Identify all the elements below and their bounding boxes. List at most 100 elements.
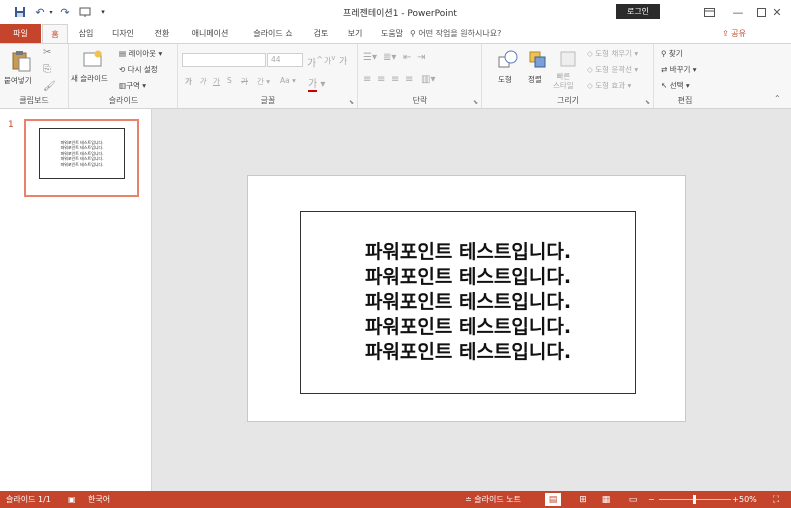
group-label-drawing: 그리기 bbox=[556, 96, 580, 105]
tab-help[interactable]: 도움말 bbox=[377, 24, 407, 43]
font-color-button[interactable]: 가 ▾ bbox=[308, 75, 325, 92]
paste-button[interactable]: 붙여넣기 bbox=[4, 75, 32, 86]
change-case-button[interactable]: Aa ▾ bbox=[280, 76, 296, 85]
zoom-out-icon[interactable]: − bbox=[648, 491, 655, 508]
document-title: 프레젠테이션1 - PowerPoint bbox=[343, 9, 457, 19]
select-button[interactable]: ↖ 선택 ▾ bbox=[661, 80, 690, 91]
slide-text-line[interactable]: 파워포인트 테스트입니다. bbox=[365, 240, 571, 265]
collapse-ribbon-icon[interactable]: ⌃ bbox=[774, 94, 781, 103]
zoom-in-icon[interactable]: + bbox=[732, 491, 739, 508]
spell-check-icon[interactable]: ▣ bbox=[68, 491, 76, 508]
shape-fill-button[interactable]: ◇ 도형 채우기 ▾ bbox=[587, 48, 638, 59]
drawing-dialog-launcher-icon[interactable]: ⬊ bbox=[645, 99, 650, 106]
align-center-icon[interactable]: ≡ bbox=[377, 74, 385, 85]
replace-button[interactable]: ⇄ 바꾸기 ▾ bbox=[661, 64, 697, 75]
share-button[interactable]: ⇪ 공유 bbox=[722, 24, 746, 43]
save-icon[interactable] bbox=[12, 4, 28, 20]
group-paragraph: ☰▾ ≣▾ ⇤ ⇥ ≡ ≡ ≡ ≡ ▥▾ 단락 ⬊ bbox=[359, 44, 482, 108]
tab-design[interactable]: 디자인 bbox=[106, 24, 140, 43]
undo-icon[interactable]: ↶ bbox=[33, 4, 47, 20]
section-button[interactable]: ▥구역 ▾ bbox=[119, 80, 146, 91]
tab-file[interactable]: 파일 bbox=[0, 24, 41, 43]
redo-icon[interactable]: ↷ bbox=[58, 4, 72, 20]
arrange-icon[interactable] bbox=[527, 49, 549, 71]
italic-button[interactable]: 가 bbox=[199, 76, 206, 87]
shapes-button[interactable]: 도형 bbox=[498, 74, 512, 85]
font-dialog-launcher-icon[interactable]: ⬊ bbox=[349, 99, 354, 106]
bullets-icon[interactable]: ☰▾ bbox=[363, 52, 377, 63]
new-slide-icon[interactable] bbox=[82, 49, 104, 69]
shadow-button[interactable]: S bbox=[227, 76, 232, 85]
close-icon[interactable]: ✕ bbox=[762, 2, 791, 22]
decrease-indent-icon[interactable]: ⇤ bbox=[403, 52, 411, 63]
slide-sorter-icon[interactable]: ⊞ bbox=[575, 493, 591, 506]
grow-font-button[interactable]: 가^ bbox=[307, 54, 323, 69]
format-painter-icon[interactable]: 🖌 bbox=[43, 81, 56, 92]
notes-label: 슬라이드 노트 bbox=[474, 495, 521, 504]
zoom-slider-thumb[interactable] bbox=[693, 495, 696, 504]
numbering-icon[interactable]: ≣▾ bbox=[383, 52, 396, 63]
customize-qat-icon[interactable]: ▾ bbox=[98, 4, 108, 20]
justify-icon[interactable]: ≡ bbox=[405, 74, 413, 85]
group-label-editing: 편집 bbox=[677, 96, 693, 105]
ribbon-display-options-icon[interactable] bbox=[694, 2, 724, 22]
columns-icon[interactable]: ▥▾ bbox=[421, 74, 435, 85]
shapes-icon[interactable] bbox=[497, 49, 519, 71]
language-indicator[interactable]: 한국어 bbox=[88, 491, 110, 508]
normal-view-icon[interactable]: ▤ bbox=[545, 493, 561, 506]
underline-button[interactable]: 가 bbox=[213, 76, 220, 87]
find-button[interactable]: ⚲ 찾기 bbox=[661, 48, 683, 59]
increase-indent-icon[interactable]: ⇥ bbox=[417, 52, 425, 63]
slide-text-line[interactable]: 파워포인트 테스트입니다. bbox=[365, 265, 571, 290]
arrange-button[interactable]: 정렬 bbox=[528, 74, 542, 85]
slide-text-line[interactable]: 파워포인트 테스트입니다. bbox=[365, 340, 571, 365]
login-button[interactable]: 로그인 bbox=[616, 4, 660, 19]
font-name-combo[interactable] bbox=[182, 53, 266, 67]
font-size-combo[interactable]: 44 bbox=[267, 53, 303, 67]
status-bar: 슬라이드 1/1 ▣ 한국어 ≐ 슬라이드 노트 ▤ ⊞ ▦ ▭ − + 50%… bbox=[0, 491, 791, 508]
slide-textbox[interactable]: 파워포인트 테스트입니다. 파워포인트 테스트입니다. 파워포인트 테스트입니다… bbox=[300, 211, 636, 394]
tab-transitions[interactable]: 전환 bbox=[149, 24, 175, 43]
undo-dropdown-icon[interactable]: ▾ bbox=[47, 4, 55, 20]
quick-styles-button[interactable]: 빠른 스타일 bbox=[553, 72, 574, 90]
select-label: 선택 bbox=[669, 81, 684, 90]
quick-styles-icon[interactable] bbox=[558, 49, 578, 69]
tell-me-search[interactable]: ⚲ 어떤 작업을 원하시나요? bbox=[410, 24, 501, 43]
align-left-icon[interactable]: ≡ bbox=[363, 74, 371, 85]
align-right-icon[interactable]: ≡ bbox=[391, 74, 399, 85]
shape-outline-button[interactable]: ◇ 도형 윤곽선 ▾ bbox=[587, 64, 638, 75]
slide-canvas[interactable]: 파워포인트 테스트입니다. 파워포인트 테스트입니다. 파워포인트 테스트입니다… bbox=[247, 175, 686, 422]
start-from-beginning-icon[interactable] bbox=[78, 4, 92, 20]
bold-button[interactable]: 가 bbox=[185, 76, 192, 87]
slideshow-view-icon[interactable]: ▭ bbox=[625, 493, 641, 506]
tab-insert[interactable]: 삽입 bbox=[73, 24, 99, 43]
notes-button[interactable]: ≐ 슬라이드 노트 bbox=[465, 491, 521, 508]
slide-text-line[interactable]: 파워포인트 테스트입니다. bbox=[365, 315, 571, 340]
cut-icon[interactable]: ✂ bbox=[43, 47, 51, 58]
zoom-level[interactable]: 50% bbox=[739, 491, 757, 508]
fit-to-window-icon[interactable]: ⛶ bbox=[768, 493, 784, 506]
replace-label: 바꾸기 bbox=[669, 65, 691, 74]
shrink-font-button[interactable]: 가v bbox=[324, 54, 335, 67]
tab-animations[interactable]: 애니메이션 bbox=[184, 24, 236, 43]
group-label-clipboard: 클립보드 bbox=[19, 96, 49, 105]
copy-icon[interactable]: ⎘ bbox=[43, 64, 51, 75]
shape-effects-button[interactable]: ◇ 도형 효과 ▾ bbox=[587, 80, 631, 91]
character-spacing-button[interactable]: 간 ▾ bbox=[257, 76, 270, 87]
clear-formatting-button[interactable]: 가 bbox=[339, 54, 347, 67]
tab-home[interactable]: 홈 bbox=[42, 24, 68, 44]
tab-review[interactable]: 검토 bbox=[309, 24, 333, 43]
group-font: 44 가^ 가v 가 가 가 가 S 가 간 ▾ Aa ▾ 가 ▾ 글꼴 ⬊ bbox=[179, 44, 358, 108]
layout-button[interactable]: ▤ 레이아웃 ▾ bbox=[119, 48, 162, 59]
tab-slideshow[interactable]: 슬라이드 쇼 bbox=[245, 24, 301, 43]
paragraph-dialog-launcher-icon[interactable]: ⬊ bbox=[473, 99, 478, 106]
paste-icon[interactable] bbox=[10, 50, 32, 72]
reset-button[interactable]: ⟲ 다시 설정 bbox=[119, 64, 158, 75]
slide-text-line[interactable]: 파워포인트 테스트입니다. bbox=[365, 290, 571, 315]
strikethrough-button[interactable]: 가 bbox=[241, 76, 248, 87]
share-label: 공유 bbox=[731, 29, 746, 38]
slide-thumbnail[interactable]: 파워포인트 테스트입니다. 파워포인트 테스트입니다. 파워포인트 테스트입니다… bbox=[24, 119, 139, 197]
reading-view-icon[interactable]: ▦ bbox=[598, 493, 614, 506]
tab-view[interactable]: 보기 bbox=[343, 24, 367, 43]
new-slide-button[interactable]: 새 슬라이드 bbox=[71, 73, 108, 84]
